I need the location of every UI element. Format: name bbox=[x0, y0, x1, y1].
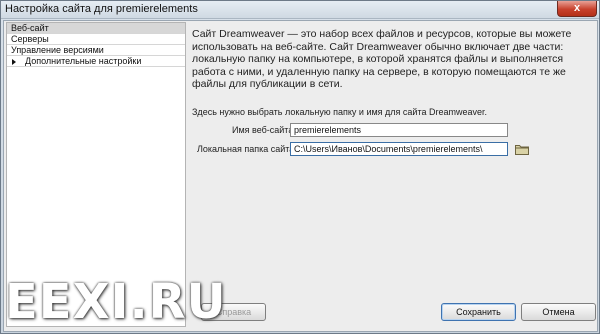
window-title: Настройка сайта для premierelements bbox=[5, 3, 198, 15]
save-button[interactable]: Сохранить bbox=[441, 303, 516, 321]
website-settings-pane: Сайт Dreamweaver — это набор всех файлов… bbox=[192, 28, 592, 156]
sidebar-item-label: Серверы bbox=[11, 34, 49, 44]
title-bar[interactable]: Настройка сайта для premierelements x bbox=[1, 1, 599, 19]
local-folder-input[interactable]: C:\Users\Иванов\Documents\premierelement… bbox=[290, 142, 508, 156]
site-setup-dialog: Настройка сайта для premierelements x Ве… bbox=[0, 0, 600, 334]
close-button[interactable]: x bbox=[557, 1, 597, 17]
expand-arrow-icon[interactable] bbox=[12, 59, 16, 65]
sidebar-item-version-control[interactable]: Управление версиями bbox=[7, 45, 185, 56]
site-name-label: Имя веб-сайта: bbox=[232, 125, 296, 135]
local-folder-label: Локальная папка сайта: bbox=[197, 144, 297, 154]
sidebar-item-servers[interactable]: Серверы bbox=[7, 34, 185, 45]
site-description-text: Сайт Dreamweaver — это набор всех файлов… bbox=[192, 28, 572, 90]
site-name-input[interactable]: premierelements bbox=[290, 123, 508, 137]
cancel-button[interactable]: Отмена bbox=[521, 303, 596, 321]
folder-browse-icon[interactable] bbox=[515, 144, 529, 155]
sidebar-item-label: Веб-сайт bbox=[11, 23, 49, 33]
hint-text: Здесь нужно выбрать локальную папку и им… bbox=[192, 107, 488, 117]
sidebar-item-website[interactable]: Веб-сайт bbox=[7, 23, 185, 34]
sidebar-item-label: Управление версиями bbox=[11, 45, 104, 55]
sidebar-item-label: Дополнительные настройки bbox=[25, 56, 142, 66]
sidebar-item-advanced-settings[interactable]: Дополнительные настройки bbox=[7, 56, 185, 67]
watermark-text: EEXI.RU bbox=[5, 274, 227, 330]
